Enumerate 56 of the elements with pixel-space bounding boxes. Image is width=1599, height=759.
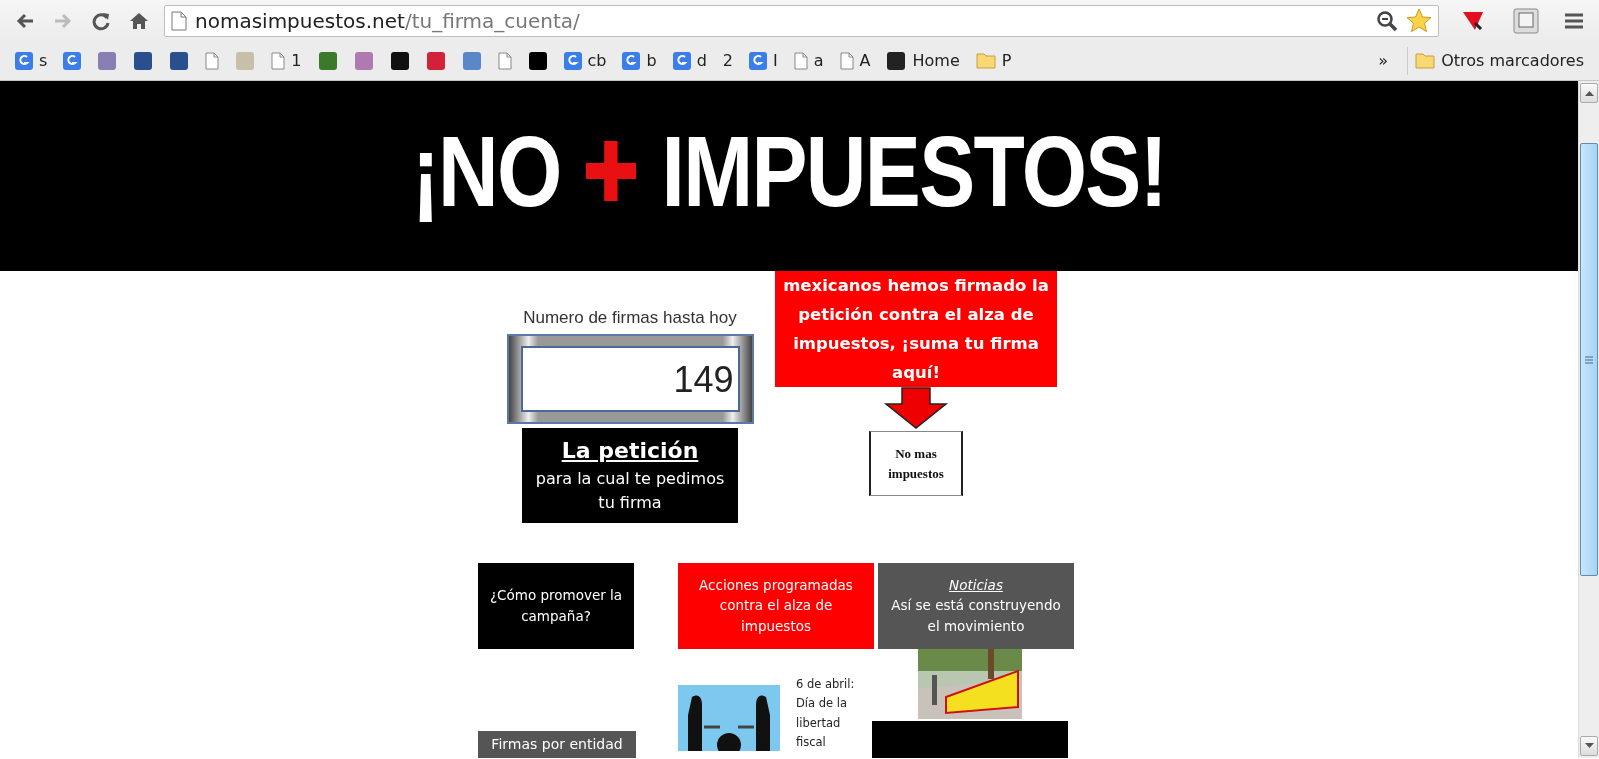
bookmark-link[interactable]: Otros marcadores <box>1407 46 1591 75</box>
bookmark-icon <box>749 51 767 70</box>
folder-icon <box>975 52 996 69</box>
bookmark-icon <box>15 51 33 70</box>
page-icon <box>793 51 808 70</box>
page-icon <box>171 10 187 31</box>
home-icon <box>129 10 149 31</box>
event-text: 6 de abril: Día de la libertad fiscal <box>796 675 856 752</box>
scroll-thumb[interactable] <box>1580 143 1598 576</box>
star-icon <box>1406 7 1432 34</box>
page-icon <box>497 51 512 70</box>
counter-value: 149 <box>520 345 740 412</box>
banner-title: IMPUESTOS! <box>661 114 1167 229</box>
news-tile[interactable]: Noticias Así se está construyendo el movimiento <box>878 562 1074 649</box>
bookmark-link[interactable]: s <box>8 46 55 75</box>
bookmark-link[interactable]: P <box>968 46 1019 75</box>
bookmark-icon <box>563 51 582 70</box>
bookmark-icon <box>63 51 82 70</box>
overflow-link[interactable]: » <box>1371 46 1396 75</box>
grip-icon <box>1585 355 1593 364</box>
news-heading: Noticias <box>949 576 1003 596</box>
scroll-down-button[interactable] <box>1580 736 1598 756</box>
tile-link[interactable]: Acciones programadas contra el alza de impuestos <box>678 562 874 649</box>
sign-link[interactable]: No mas impuestos <box>869 431 963 496</box>
address-bar[interactable]: nomasimpuestos.net/tu_firma_cuenta/ <box>164 4 1439 37</box>
zoom-icon <box>1376 9 1398 32</box>
bookmark-link[interactable]: 1 <box>264 46 309 75</box>
down-arrow-icon <box>1584 743 1594 749</box>
bookmark-icon <box>622 51 641 70</box>
news-text: Así se está construyendo el movimiento <box>890 596 1062 636</box>
bookmark-link[interactable]: a <box>786 46 831 75</box>
bookmark-link[interactable]: 2 <box>715 46 740 75</box>
up-arrow-icon <box>1584 90 1594 96</box>
page-icon <box>839 51 854 70</box>
callout-box: mexicanos hemos firmado la petición contra el alza de impuestos, ¡suma tu firma aquí! <box>775 271 1057 387</box>
scroll-up-button[interactable] <box>1580 83 1598 103</box>
bookmark-link[interactable]: I <box>742 46 785 75</box>
bookmark-icon <box>672 51 691 70</box>
tile-link[interactable]: ¿Cómo promover la campaña? <box>478 562 634 649</box>
bookmark-link[interactable]: d <box>665 46 714 75</box>
plus-icon <box>586 141 637 201</box>
menu-icon <box>1564 11 1584 30</box>
bookmark-link[interactable]: Home <box>879 46 967 75</box>
bookmark-link[interactable]: A <box>832 46 878 75</box>
petition-link[interactable]: La petición para la cual te pedimos tu firma <box>522 427 738 523</box>
bookmark-link[interactable]: b <box>615 46 664 75</box>
folder-icon <box>1415 52 1436 69</box>
url-text: nomasimpuestos.net/tu_firma_cuenta/ <box>195 7 580 35</box>
entity-tile: Firmas por entidad <box>478 730 636 758</box>
reload-icon <box>91 10 111 31</box>
bookmark-link[interactable]: cb <box>556 46 614 75</box>
page-icon <box>271 51 286 70</box>
banner-title: ¡NO <box>411 114 561 229</box>
counter-label: Numero de firmas hasta hoy <box>523 307 737 329</box>
down-arrow-icon <box>883 387 949 429</box>
page-icon <box>205 51 220 70</box>
